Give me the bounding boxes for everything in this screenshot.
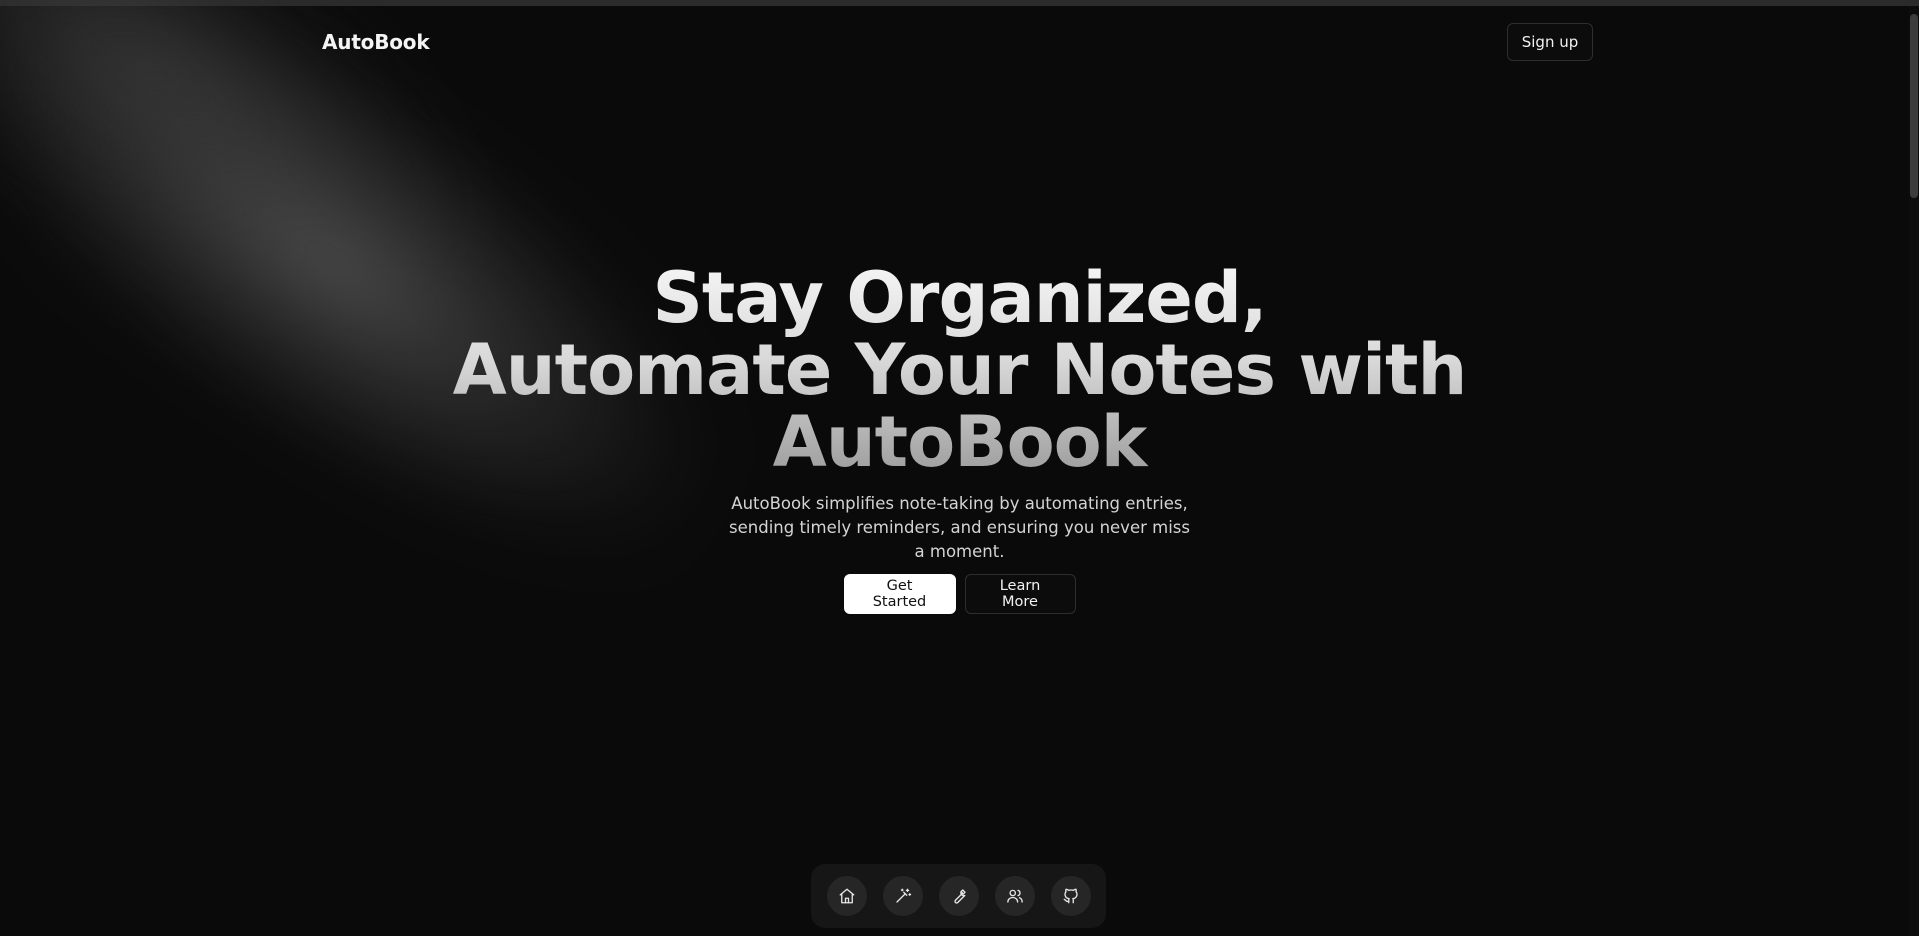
dock-magic-button[interactable] — [882, 876, 923, 916]
dock-home-button[interactable] — [826, 876, 867, 916]
brand-logo[interactable]: AutoBook — [322, 30, 430, 54]
wrench-icon — [953, 889, 966, 904]
hero-headline: Stay Organized, Automate Your Notes with… — [0, 262, 1919, 478]
hero-section: Stay Organized, Automate Your Notes with… — [0, 262, 1919, 614]
home-icon — [839, 888, 854, 904]
dock-team-button[interactable] — [994, 876, 1035, 916]
get-started-button[interactable]: Get Started — [843, 574, 956, 614]
signup-button[interactable]: Sign up — [1507, 23, 1593, 61]
cta-row: Get Started Learn More — [0, 574, 1919, 614]
page-scrollbar[interactable] — [1909, 6, 1919, 936]
top-navigation: AutoBook Sign up — [0, 6, 1919, 78]
github-icon — [1063, 888, 1078, 904]
landing-page: AutoBook Sign up Stay Organized, Automat… — [0, 0, 1919, 936]
headline-line-3: AutoBook — [772, 401, 1147, 483]
bottom-dock — [811, 864, 1106, 928]
scrollbar-thumb[interactable] — [1910, 14, 1918, 198]
headline-line-1: Stay Organized, — [652, 257, 1267, 339]
users-icon — [1006, 889, 1023, 903]
learn-more-button[interactable]: Learn More — [964, 574, 1076, 614]
dock-tools-button[interactable] — [938, 876, 979, 916]
headline-line-2: Automate Your Notes with — [452, 329, 1467, 411]
magic-wand-icon — [895, 888, 911, 903]
hero-subtitle: AutoBook simplifies note-taking by autom… — [729, 494, 1190, 561]
dock-github-button[interactable] — [1050, 876, 1091, 916]
